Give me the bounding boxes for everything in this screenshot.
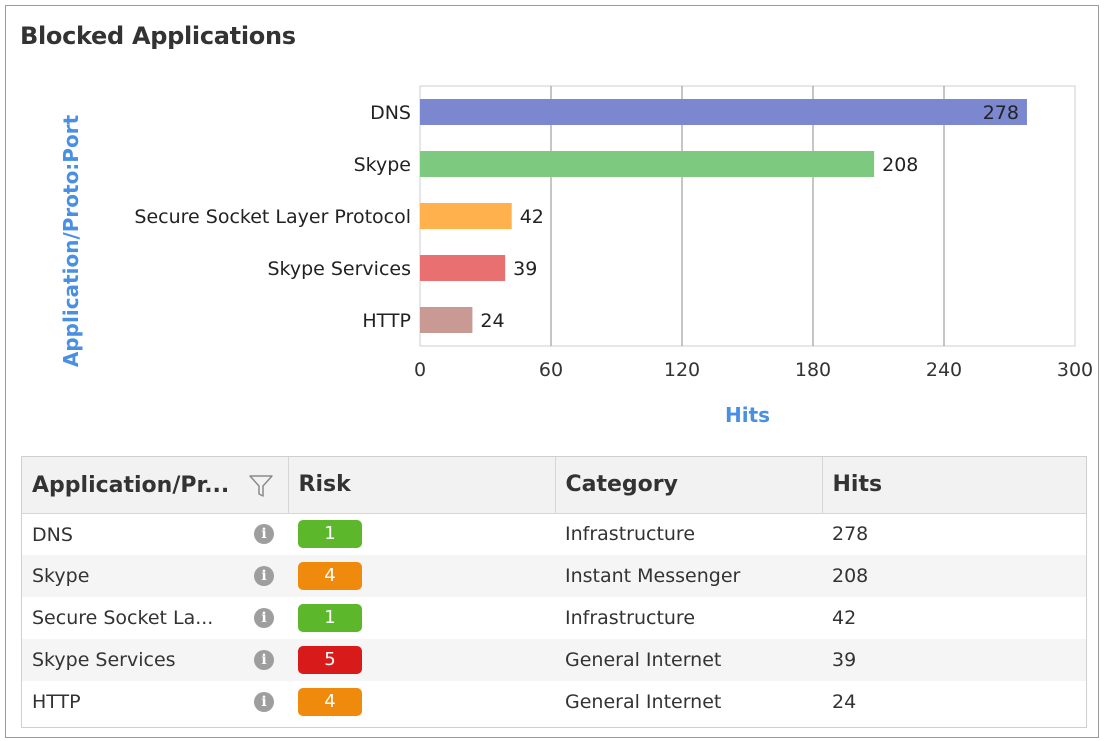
info-icon[interactable]: i [254,608,274,628]
cell-application: Skype i [22,555,288,597]
column-header-risk[interactable]: Risk [288,457,556,514]
cell-application: Skype Services i [22,639,288,681]
applications-grid: Application/Pr... Risk Category Hits DNS… [21,456,1087,728]
y-axis-title: Application/Proto:Port [59,114,83,367]
x-tick-label-60: 60 [539,359,563,381]
cell-hits: 278 [832,523,869,546]
cell-category: Infrastructure [565,607,696,629]
data-label-2: 42 [520,206,544,228]
cell-hits: 39 [832,649,857,671]
bar-2 [420,203,512,229]
x-tick-label-300: 300 [1057,359,1093,381]
table-row[interactable]: HTTP i 4 General Internet 24 [22,681,1086,723]
info-icon[interactable]: i [254,524,274,545]
data-label-1: 208 [882,154,918,176]
cell-risk: 1 [288,513,555,555]
applications-table: Application/Pr... Risk Category Hits DNS… [22,457,1086,723]
risk-badge: 4 [298,688,362,716]
application-name: Skype [32,565,90,588]
x-tick-label-180: 180 [795,359,831,381]
cell-hits: 42 [832,607,857,629]
info-icon[interactable]: i [254,566,274,586]
table-header-row: Application/Pr... Risk Category Hits [22,457,1086,514]
cell-risk: 5 [288,639,555,681]
table-row[interactable]: Secure Socket La... i 1 Infrastructure 42 [22,597,1086,639]
x-axis-title: Hits [725,403,770,427]
application-name: Skype Services [32,649,176,672]
y-category-label-4: HTTP [362,310,411,332]
cell-risk: 4 [288,681,555,723]
x-tick-label-120: 120 [664,359,700,381]
filter-icon[interactable] [248,473,274,499]
cell-hits: 208 [832,565,869,587]
risk-badge: 5 [298,646,362,674]
cell-category: General Internet [565,691,722,713]
column-header-category[interactable]: Category [555,457,823,514]
info-icon[interactable]: i [254,650,274,670]
application-name: HTTP [32,691,81,714]
bar-3 [420,255,506,281]
cell-hits: 24 [832,691,857,713]
y-category-label-1: Skype [354,154,411,176]
x-tick-label-240: 240 [926,359,962,381]
cell-category: Instant Messenger [565,565,741,587]
risk-badge: 1 [298,604,362,632]
data-label-3: 39 [513,258,537,280]
cell-category: General Internet [565,649,722,671]
data-label-0: 278 [983,102,1019,124]
cell-application: DNS i [22,513,288,555]
y-category-label-2: Secure Socket Layer Protocol [134,206,411,228]
table-row[interactable]: DNS i 1 Infrastructure 278 [22,513,1086,555]
table-row[interactable]: Skype i 4 Instant Messenger 208 [22,555,1086,597]
bar-1 [420,151,875,177]
column-header-hits[interactable]: Hits [822,457,1086,514]
cell-application: HTTP i [22,681,288,723]
y-category-label-0: DNS [370,102,411,124]
application-name: Secure Socket La... [32,607,214,630]
data-label-4: 24 [480,310,504,332]
risk-badge: 1 [298,520,362,549]
x-tick-label-0: 0 [414,359,426,381]
cell-category: Infrastructure [565,523,696,546]
info-icon[interactable]: i [254,692,274,712]
table-row[interactable]: Skype Services i 5 General Internet 39 [22,639,1086,681]
column-header-application[interactable]: Application/Pr... [22,457,289,514]
application-name: DNS [32,523,73,546]
y-category-label-3: Skype Services [267,258,411,280]
bar-4 [420,307,473,333]
cell-application: Secure Socket La... i [22,597,288,639]
cell-risk: 4 [288,555,555,597]
blocked-applications-chart: 0 60 120 180 240 300 DNS 278 Skype 208 Secure Sock… [59,85,1093,427]
risk-badge: 4 [298,562,362,590]
bar-0 [420,99,1027,125]
blocked-applications-panel: Blocked Applications 0 60 120 180 240 300 DNS 2… [5,5,1099,738]
cell-risk: 1 [288,597,555,639]
